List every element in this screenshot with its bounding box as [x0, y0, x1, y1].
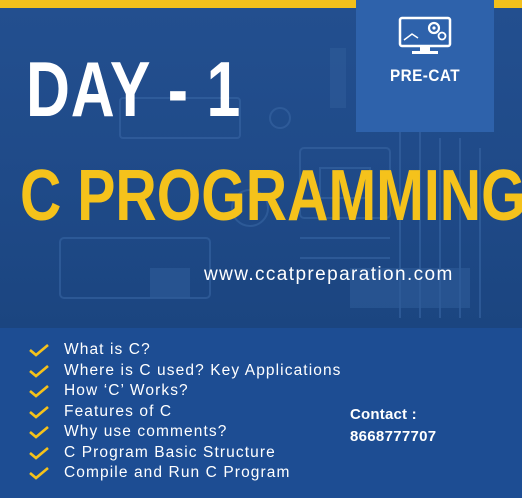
- contact-label: Contact :: [350, 406, 417, 423]
- list-item: C Program Basic Structure: [28, 443, 342, 464]
- website-link[interactable]: www.ccatpreparation.com: [204, 264, 454, 286]
- topic-label: How ‘C’ Works?: [64, 382, 189, 400]
- contact-phone[interactable]: 8668777707: [350, 428, 436, 445]
- list-item: Features of C: [28, 402, 342, 423]
- poster: DAY - 1 C PROGRAMMING www.ccatpreparatio…: [0, 0, 522, 498]
- day-title: DAY - 1: [26, 45, 242, 133]
- checkmark-icon: [29, 405, 49, 419]
- contact-block: Contact : 8668777707: [350, 406, 436, 445]
- list-item: Where is C used? Key Applications: [28, 361, 342, 382]
- topic-label: C Program Basic Structure: [64, 443, 276, 461]
- topic-label: Why use comments?: [64, 423, 228, 441]
- topics-list: What is C? Where is C used? Key Applicat…: [28, 340, 342, 484]
- list-item: Why use comments?: [28, 422, 342, 443]
- checkmark-icon: [29, 385, 49, 398]
- topic-label: Features of C: [64, 402, 173, 420]
- topic-label: What is C?: [64, 341, 151, 359]
- badge-text: PRE-CAT: [389, 66, 461, 85]
- checkmark-icon: [29, 364, 49, 378]
- subject-title: C PROGRAMMING: [20, 156, 522, 236]
- checkmark-icon: [29, 426, 49, 439]
- checkmark-icon: [29, 344, 49, 357]
- list-item: What is C?: [28, 340, 342, 361]
- checkmark-icon: [29, 446, 49, 460]
- list-item: How ‘C’ Works?: [28, 381, 342, 402]
- topic-label: Compile and Run C Program: [64, 464, 291, 482]
- topic-label: Where is C used? Key Applications: [64, 361, 342, 379]
- checkmark-icon: [29, 467, 49, 480]
- list-item: Compile and Run C Program: [28, 463, 342, 484]
- monitor-gear-icon: [398, 16, 452, 54]
- pre-cat-badge: PRE-CAT: [356, 0, 494, 132]
